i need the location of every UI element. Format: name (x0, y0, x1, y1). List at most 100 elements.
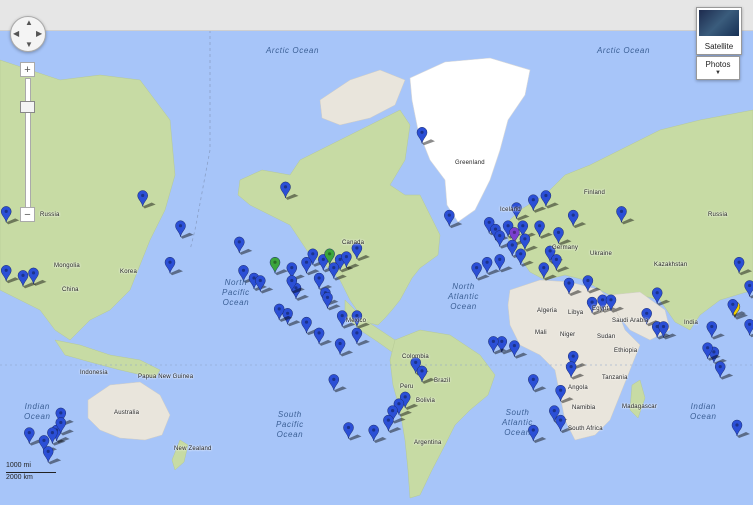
marker-dot (59, 411, 63, 415)
marker-dot (748, 283, 752, 288)
marker-dot (661, 324, 666, 329)
marker-dot (475, 266, 479, 270)
marker-dot (273, 260, 277, 264)
marker-dot (42, 438, 46, 442)
marker-dot (706, 346, 710, 350)
marker-dot (538, 224, 542, 228)
marker-dot (556, 230, 561, 234)
marker-dot (447, 213, 451, 217)
marker-dot (355, 246, 359, 250)
marker-dot (590, 300, 594, 304)
marker-dot (403, 395, 407, 399)
pan-left-icon[interactable]: ◀ (13, 29, 19, 38)
marker-dot (506, 224, 510, 228)
scale-bar: 1000 mi 2000 km (6, 462, 61, 484)
marker-dot (344, 255, 348, 259)
marker-dot (487, 220, 491, 224)
ocean-label-south-atlantic: South Atlantic Ocean (502, 408, 534, 437)
marker-dot (290, 266, 294, 270)
marker-dot (571, 354, 575, 358)
marker-dot (420, 369, 424, 373)
marker-dot (31, 271, 36, 275)
marker-dot (397, 402, 401, 406)
marker-dot (718, 365, 722, 369)
marker-dot (731, 302, 735, 306)
world-map[interactable] (0, 0, 753, 500)
scale-imperial: 1000 mi (6, 462, 31, 469)
marker-dot (332, 377, 336, 381)
zoom-slider-thumb[interactable] (20, 101, 35, 113)
marker-dot (548, 249, 552, 253)
marker-dot (286, 311, 290, 315)
photos-label: Photos (705, 60, 731, 69)
marker-dot (414, 360, 418, 364)
marker-dot (252, 276, 256, 280)
marker-dot (290, 278, 294, 283)
marker-dot (712, 350, 716, 354)
marker-dot (569, 365, 573, 369)
marker-dot (304, 320, 309, 324)
marker-dot (571, 213, 575, 217)
marker-dot (500, 339, 504, 343)
marker-dot (523, 237, 527, 241)
satellite-button[interactable]: Satellite (696, 7, 742, 55)
marker-dot (655, 291, 659, 295)
pan-down-icon[interactable]: ▼ (25, 40, 33, 49)
marker-dot (386, 418, 390, 422)
marker-dot (619, 209, 624, 213)
zoom-out-button[interactable]: − (20, 207, 35, 222)
zoom-control[interactable]: + − (20, 62, 35, 222)
pan-right-icon[interactable]: ▶ (36, 29, 42, 38)
marker-dot (27, 431, 31, 435)
marker-dot (59, 420, 63, 425)
scale-line (6, 472, 56, 473)
marker-dot (50, 431, 54, 435)
marker-dot (559, 388, 563, 392)
marker-dot (544, 193, 548, 198)
marker-dot (514, 206, 519, 210)
satellite-thumbnail (699, 10, 739, 36)
marker-dot (241, 268, 246, 272)
marker-dot (567, 281, 571, 285)
marker-dot (531, 198, 535, 202)
pan-control[interactable]: ▲ ▼ ◀ ▶ (10, 16, 46, 52)
marker-dot (338, 257, 342, 261)
marker-dot (258, 278, 262, 283)
marker-dot (317, 331, 321, 335)
marker-dot (4, 209, 8, 213)
marker-dot (304, 260, 309, 264)
ocean-label-arctic-east: Arctic Ocean (597, 46, 650, 55)
ocean-label-arctic-west: Arctic Ocean (266, 46, 319, 55)
marker-dot (710, 324, 714, 329)
ocean-label-north-pacific: North Pacific Ocean (222, 278, 250, 307)
marker-dot (321, 257, 325, 261)
marker-dot (498, 257, 502, 261)
marker-dot (391, 409, 395, 413)
marker-dot (46, 449, 50, 453)
marker-dot (493, 227, 498, 231)
marker-dot (531, 377, 535, 381)
marker-dot (340, 314, 344, 318)
marker-dot (609, 298, 613, 302)
map-canvas[interactable] (0, 0, 753, 500)
marker-dot (355, 314, 359, 318)
marker-dot (168, 260, 172, 264)
marker-dot (559, 418, 563, 422)
marker-dot (552, 409, 556, 413)
marker-dot (498, 234, 502, 238)
marker-dot (512, 230, 516, 234)
photos-button[interactable]: Photos ▼ (696, 56, 740, 80)
marker-dot (485, 260, 489, 264)
zoom-slider-track[interactable] (20, 78, 35, 208)
ocean-label-south-pacific: South Pacific Ocean (276, 410, 304, 439)
marker-dot (554, 257, 558, 261)
pan-up-icon[interactable]: ▲ (25, 18, 33, 27)
marker-dot (542, 266, 546, 270)
marker-dot (601, 298, 605, 302)
zoom-in-button[interactable]: + (20, 62, 35, 77)
marker-dot (735, 423, 739, 427)
marker-dot (294, 286, 298, 290)
marker-dot (328, 252, 332, 256)
marker-dot (141, 193, 145, 198)
marker-dot (586, 278, 590, 283)
